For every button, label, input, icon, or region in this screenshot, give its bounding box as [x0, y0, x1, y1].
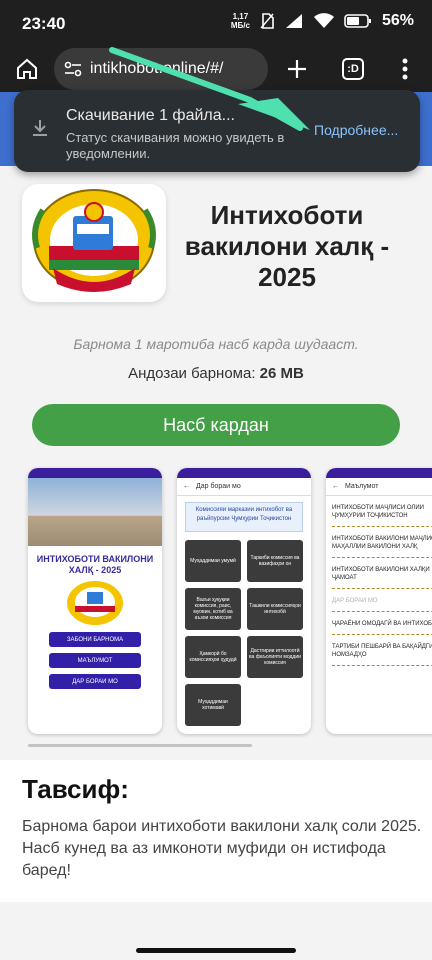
status-bar: 23:40 1,17 МБ/с 56% — [0, 0, 432, 46]
app-icon — [22, 184, 166, 302]
emblem-logo — [32, 189, 156, 292]
more-vert-icon — [402, 58, 408, 80]
nav-bar-area — [0, 904, 432, 960]
mini-list-item: ТАРТИБИ ПЕШБАРӢ ВА БАҚАЙДГИРИИ НОМЗАДҲО — [332, 643, 432, 666]
network-speed: 1,17 МБ/с — [230, 12, 250, 30]
tabs-button[interactable]: :D — [338, 54, 368, 84]
mini-card: Комиссияи марказии интихобот ва раъйпурс… — [185, 502, 303, 532]
mini-list-item: ИНТИХОБОТИ ВАКИЛОНИ ХАЛҚИ ҶАМОАТ — [332, 566, 432, 589]
download-subtitle: Статус скачивания можно увидеть в уведом… — [66, 130, 285, 161]
mini-button-about: ДАР БОРАИ МО — [49, 674, 141, 689]
wifi-icon — [313, 13, 334, 28]
new-tab-button[interactable] — [282, 54, 312, 84]
mini-button-info: МАЪЛУМОТ — [49, 653, 141, 668]
download-details-link[interactable]: Подробнее... — [314, 122, 398, 138]
mini-tile-grid: Муҳаддимаи умумӣ Таркиби комиссия ва ваз… — [177, 538, 311, 728]
description-title: Тавсиф: — [22, 774, 129, 804]
mini-list-item: ИНТИХОБОТИ ВАКИЛОНИ МАҶЛИСҲОИ МАҲАЛЛИИ В… — [332, 535, 432, 558]
url-bar[interactable]: intikhobot.online/#/ — [54, 48, 268, 90]
description-text: Барнома барои интихоботи вакилони халқ с… — [22, 818, 422, 879]
install-button[interactable]: Насб кардан — [32, 404, 400, 446]
mini-list-item: ИНТИХОБОТИ МАҶЛИСИ ОЛИИ ҶУМҲУРИИ ТОҶИКИС… — [332, 504, 432, 527]
no-sim-icon — [260, 13, 274, 29]
screenshot-carousel[interactable]: ИНТИХОБОТИ ВАКИЛОНИ ХАЛҚ - 2025 ЗАБОНИ Б… — [0, 466, 432, 738]
status-icons: 1,17 МБ/с 56% — [231, 12, 414, 30]
page-content: Интихоботи вакилони халқ - 2025 Барнома … — [0, 166, 432, 904]
mini-button-language: ЗАБОНИ БАРНОМА — [49, 632, 141, 647]
install-note: Барнома 1 маротиба насб карда шудааст. — [73, 336, 359, 352]
download-title: Скачивание 1 файла... — [66, 107, 235, 124]
gesture-bar[interactable] — [136, 948, 296, 953]
menu-button[interactable] — [390, 54, 420, 84]
mini-status-bar — [28, 468, 162, 478]
signal-icon — [285, 14, 302, 28]
mini-tile: Муҳаддимаи хотимавӣ — [185, 684, 241, 726]
tab-count: :D — [342, 58, 364, 80]
mini-emblem — [28, 580, 162, 626]
status-time: 23:40 — [22, 14, 66, 33]
mini-tile: Таркиби комиссия ва вазифаҳои он — [247, 540, 303, 582]
home-button[interactable] — [12, 54, 42, 84]
building-image — [28, 478, 162, 546]
app-title: Интихоботи вакилони халқ - 2025 — [184, 200, 390, 292]
mini-status-bar — [177, 468, 311, 478]
app-size-label: Андозаи барнома: — [128, 365, 256, 382]
mini-tile: Ҳамкорӣ бо комиссияҳои ҳудудӣ — [185, 636, 241, 678]
screenshot-2[interactable]: ← Дар бораи мо Комиссияи марказии интихоб… — [177, 468, 311, 734]
mini-header: ← Маълумот — [326, 478, 432, 496]
mini-tile: Дастгирии иттилоотӣ ва фаъолияти моддии … — [247, 636, 303, 678]
download-icon — [33, 120, 47, 136]
screenshot-3[interactable]: ← Маълумот ИНТИХОБОТИ МАҶЛИСИ ОЛИИ ҶУМҲУР… — [326, 468, 432, 734]
home-icon — [17, 58, 37, 79]
battery-icon — [344, 14, 371, 28]
app-size: Андозаи барнома: 26 MB — [0, 365, 432, 382]
download-toast: Скачивание 1 файла... Статус скачивания … — [14, 90, 420, 172]
app-size-value: 26 MB — [259, 365, 304, 382]
url-text: intikhobot.online/#/ — [90, 60, 224, 77]
battery-percent: 56% — [381, 12, 414, 29]
mini-app-title: ИНТИХОБОТИ ВАКИЛОНИ ХАЛҚ - 2025 — [36, 554, 154, 575]
site-settings-icon — [64, 61, 82, 77]
mini-tile: Вазъи ҳуқуқии комиссия, раис, муовин, ко… — [185, 588, 241, 630]
plus-icon — [288, 60, 306, 78]
description-section: Тавсиф: Барнома барои интихоботи вакилон… — [0, 760, 432, 902]
mini-list-item: ҶАРАЁНИ ОМОДАГӢ ВА ИНТИХОБОТ — [332, 620, 432, 635]
browser-toolbar: intikhobot.online/#/ :D — [0, 46, 432, 92]
mini-tile: Ташкили комиссияҳои интихобӣ — [247, 588, 303, 630]
carousel-scrollbar[interactable] — [28, 744, 252, 747]
mini-tile: Муҳаддимаи умумӣ — [185, 540, 241, 582]
mini-list-item: ДАР БОРАИ МО — [332, 597, 432, 612]
screenshot-1[interactable]: ИНТИХОБОТИ ВАКИЛОНИ ХАЛҚ - 2025 ЗАБОНИ Б… — [28, 468, 162, 734]
mini-status-bar — [326, 468, 432, 478]
mini-header: ← Дар бораи мо — [177, 478, 311, 496]
